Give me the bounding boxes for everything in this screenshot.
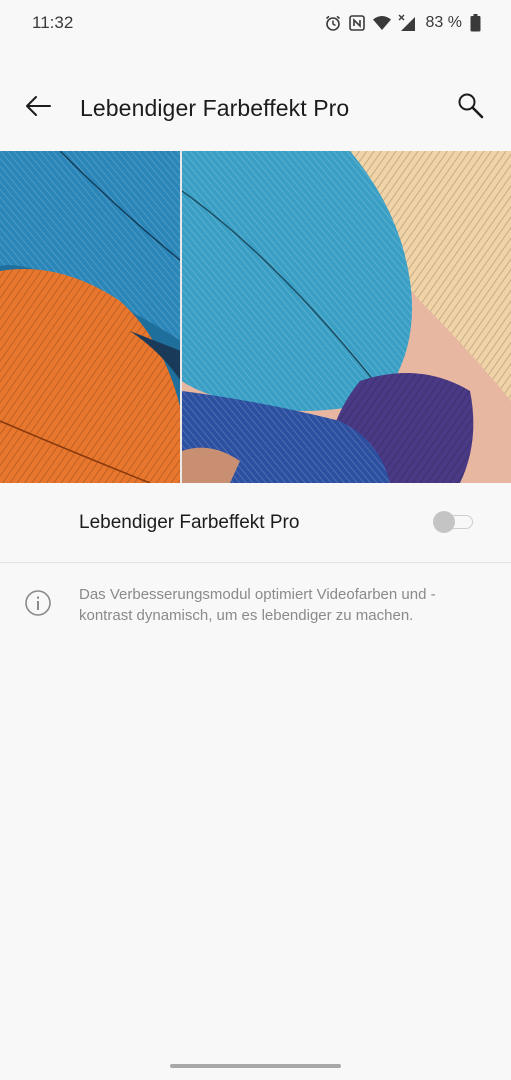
- search-icon: [456, 91, 486, 126]
- status-bar: 11:32 83 %: [0, 0, 511, 48]
- info-icon: [24, 589, 52, 617]
- nfc-icon: [348, 14, 366, 32]
- divider: [0, 562, 511, 563]
- app-bar: Lebendiger Farbeffekt Pro: [0, 78, 511, 138]
- battery-icon: [470, 14, 481, 32]
- battery-percentage: 83 %: [425, 14, 462, 31]
- status-icons: 83 %: [324, 11, 481, 35]
- wifi-icon: [372, 14, 392, 32]
- alarm-icon: [324, 14, 342, 32]
- navigation-handle[interactable]: [170, 1064, 341, 1068]
- vivid-color-toggle[interactable]: [433, 511, 475, 533]
- feather-comparison-image: [0, 151, 511, 483]
- signal-icon: [398, 14, 418, 32]
- setting-row-vivid-color-effect[interactable]: Lebendiger Farbeffekt Pro: [0, 483, 511, 562]
- toggle-thumb: [433, 511, 455, 533]
- info-description: Das Verbesserungsmodul optimiert Videofa…: [79, 586, 436, 624]
- color-effect-preview: [0, 151, 511, 483]
- back-arrow-icon: [24, 95, 52, 122]
- page-title: Lebendiger Farbeffekt Pro: [80, 95, 350, 121]
- back-button[interactable]: [18, 90, 58, 126]
- setting-label: Lebendiger Farbeffekt Pro: [79, 512, 300, 533]
- status-time: 11:32: [32, 13, 74, 32]
- search-button[interactable]: [451, 90, 491, 126]
